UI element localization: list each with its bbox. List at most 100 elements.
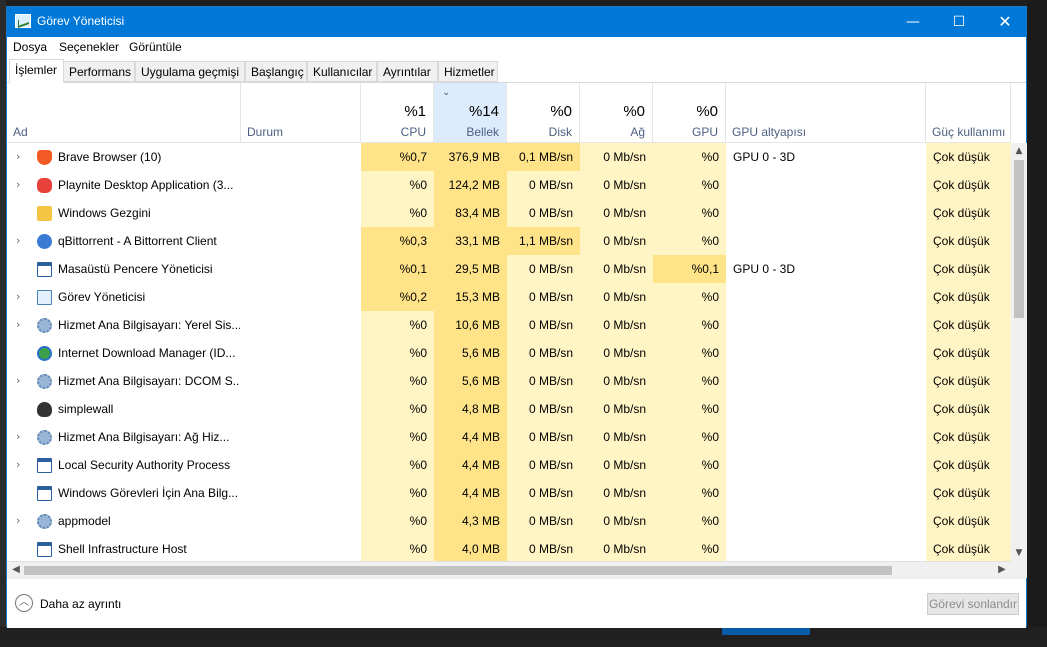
network-label: Ağ (630, 125, 645, 139)
gpu-label: GPU (691, 125, 718, 139)
gear-icon (37, 374, 52, 389)
column-header-network[interactable]: %0 Ağ (580, 83, 653, 143)
expand-chevron-icon[interactable]: › (16, 507, 28, 535)
process-name: qBittorrent - A Bittorrent Client (58, 234, 217, 248)
chevron-up-circle-icon[interactable]: ︿ (15, 594, 33, 612)
minimize-button[interactable]: — (890, 7, 936, 37)
menu-view[interactable]: Görüntüle (129, 40, 182, 54)
network-value: 0 Mb/sn (603, 542, 646, 556)
table-row[interactable]: simplewall %0 4,8 MB 0 MB/sn 0 Mb/sn %0 Çok dü… (7, 395, 1011, 423)
expand-chevron-icon[interactable]: › (16, 171, 28, 199)
process-name: Playnite Desktop Application (3... (58, 178, 234, 192)
horizontal-scrollbar[interactable]: ◀ ▶ (7, 561, 1011, 578)
menu-bar: Dosya Seçenekler Görüntüle (7, 37, 1026, 57)
brave-icon (37, 150, 52, 165)
horizontal-scroll-thumb[interactable] (24, 566, 892, 575)
scroll-up-arrow-icon[interactable]: ▲ (1011, 143, 1027, 159)
table-row[interactable]: Windows Gezgini %0 83,4 MB 0 MB/sn 0 Mb/sn %0… (7, 199, 1011, 227)
gpu-value: %0 (701, 402, 719, 416)
vertical-scroll-thumb[interactable] (1014, 160, 1024, 318)
end-task-button[interactable]: Görevi sonlandır (927, 593, 1019, 615)
network-total-percent: %0 (623, 103, 645, 120)
title-bar[interactable]: Görev Yöneticisi — ☐ ✕ (7, 7, 1026, 37)
gpu-engine-value (733, 283, 923, 311)
gpu-engine-value (733, 339, 923, 367)
table-row[interactable]: › Playnite Desktop Application (3... %0 124… (7, 171, 1011, 199)
expand-chevron-icon[interactable]: › (16, 283, 28, 311)
gpu-engine-value (733, 171, 923, 199)
power-usage-value: Çok düşük (933, 402, 990, 416)
cpu-value: %0,3 (361, 227, 434, 255)
table-row[interactable]: Windows Görevleri İçin Ana Bilg... %0 4,4 … (7, 479, 1011, 507)
network-value: 0 Mb/sn (603, 374, 646, 388)
table-row[interactable]: Internet Download Manager (ID... %0 5,6 MB… (7, 339, 1011, 367)
table-row[interactable]: › Local Security Authority Process %0 4,4 M… (7, 451, 1011, 479)
scroll-left-arrow-icon[interactable]: ◀ (9, 562, 23, 578)
table-row[interactable]: › Hizmet Ana Bilgisayarı: Yerel Sis... %0 1… (7, 311, 1011, 339)
vertical-scrollbar[interactable]: ▲ ▼ (1011, 143, 1027, 561)
expand-chevron-icon[interactable]: › (16, 423, 28, 451)
column-header-power-usage[interactable]: Güç kullanımı (926, 83, 1011, 143)
column-header-name[interactable]: Ad (7, 83, 241, 143)
process-name: Hizmet Ana Bilgisayarı: DCOM S... (58, 374, 240, 388)
table-row[interactable]: › Görev Yöneticisi %0,2 15,3 MB 0 MB/sn 0 Mb/… (7, 283, 1011, 311)
column-header-gpu[interactable]: %0 GPU (653, 83, 726, 143)
scroll-down-arrow-icon[interactable]: ▼ (1011, 545, 1027, 561)
gear-icon (37, 514, 52, 529)
column-header-memory[interactable]: ⌄ %14 Bellek (434, 83, 507, 143)
cpu-value: %0 (409, 374, 427, 388)
tab-services[interactable]: Hizmetler (438, 61, 498, 82)
network-value: 0 Mb/sn (603, 262, 646, 276)
memory-value: 376,9 MB (434, 143, 507, 171)
expand-chevron-icon[interactable]: › (16, 143, 28, 171)
gpu-value: %0 (701, 290, 719, 304)
column-header-gpu-engine[interactable]: GPU altyapısı (726, 83, 926, 143)
expand-chevron-icon[interactable]: › (16, 451, 28, 479)
tab-startup[interactable]: Başlangıç (245, 61, 307, 82)
gpu-value: %0 (701, 150, 719, 164)
column-header-status[interactable]: Durum (241, 83, 361, 143)
cpu-total-percent: %1 (404, 103, 426, 120)
table-row[interactable]: › Brave Browser (10) %0,7 376,9 MB 0,1 MB/sn… (7, 143, 1011, 171)
table-row[interactable]: › Hizmet Ana Bilgisayarı: DCOM S... %0 5,6 … (7, 367, 1011, 395)
menu-file[interactable]: Dosya (13, 40, 47, 54)
network-value: 0 Mb/sn (603, 178, 646, 192)
tab-users[interactable]: Kullanıcılar (307, 61, 377, 82)
power-usage-value: Çok düşük (933, 318, 990, 332)
process-name: simplewall (58, 402, 114, 416)
power-usage-value: Çok düşük (933, 346, 990, 360)
table-row[interactable]: › appmodel %0 4,3 MB 0 MB/sn 0 Mb/sn %0 Çok düş… (7, 507, 1011, 535)
expand-chevron-icon[interactable]: › (16, 311, 28, 339)
gpu-value: %0 (701, 514, 719, 528)
tab-processes[interactable]: İşlemler (9, 59, 64, 83)
table-row[interactable]: Shell Infrastructure Host %0 4,0 MB 0 MB/sn… (7, 535, 1011, 561)
process-name: Hizmet Ana Bilgisayarı: Yerel Sis... (58, 318, 240, 332)
maximize-button[interactable]: ☐ (936, 7, 982, 37)
gpu-engine-value (733, 535, 923, 561)
expand-chevron-icon[interactable]: › (16, 227, 28, 255)
network-value: 0 Mb/sn (603, 346, 646, 360)
tab-details[interactable]: Ayrıntılar (377, 61, 438, 82)
expand-chevron-icon[interactable]: › (16, 367, 28, 395)
table-row[interactable]: Masaüstü Pencere Yöneticisi %0,1 29,5 MB 0 … (7, 255, 1011, 283)
tab-performance[interactable]: Performans (63, 61, 135, 82)
memory-value: 124,2 MB (434, 171, 507, 199)
menu-options[interactable]: Seçenekler (59, 40, 119, 54)
fewer-details-link[interactable]: Daha az ayrıntı (40, 597, 121, 611)
table-row[interactable]: › qBittorrent - A Bittorrent Client %0,3 33… (7, 227, 1011, 255)
table-row[interactable]: › Hizmet Ana Bilgisayarı: Ağ Hiz... %0 4,4 … (7, 423, 1011, 451)
column-header-status-label: Durum (247, 125, 284, 139)
cpu-value: %0 (409, 486, 427, 500)
scroll-right-arrow-icon[interactable]: ▶ (995, 562, 1009, 578)
disk-value: 0 MB/sn (528, 346, 573, 360)
network-value: 0 Mb/sn (603, 290, 646, 304)
column-header-disk[interactable]: %0 Disk (507, 83, 580, 143)
process-name: Local Security Authority Process (58, 458, 231, 472)
process-name: Internet Download Manager (ID... (58, 346, 236, 360)
close-button[interactable]: ✕ (982, 7, 1028, 37)
column-header-cpu[interactable]: %1 CPU (361, 83, 434, 143)
window-icon (37, 542, 52, 557)
tab-app-history[interactable]: Uygulama geçmişi (135, 61, 245, 82)
gpu-value: %0 (701, 486, 719, 500)
memory-value: 29,5 MB (434, 255, 507, 283)
